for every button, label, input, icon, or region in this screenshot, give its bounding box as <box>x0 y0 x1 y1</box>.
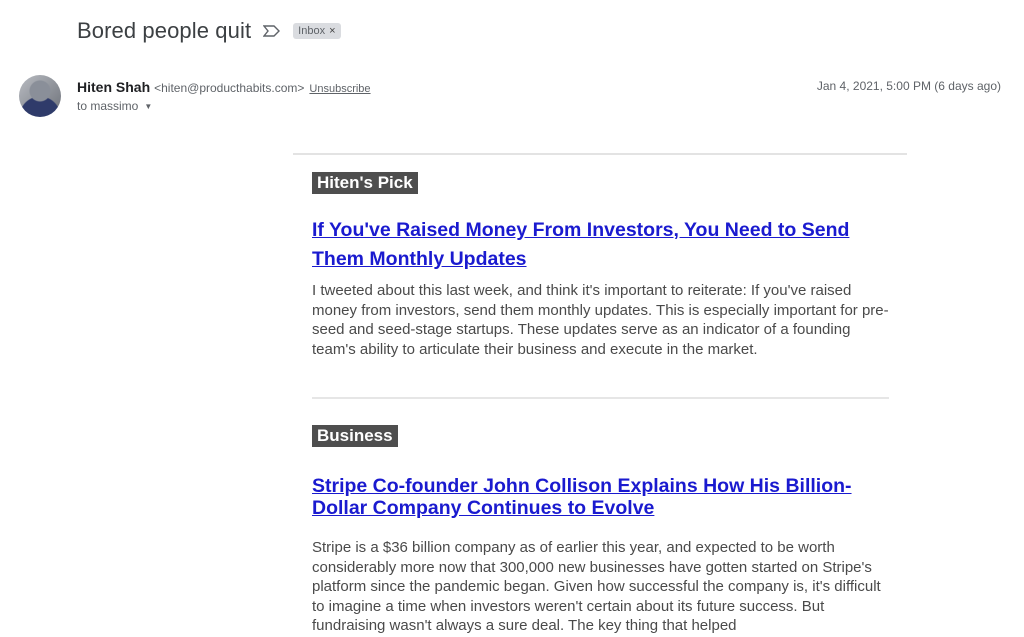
email-subject: Bored people quit <box>77 18 252 43</box>
label-important-outline-icon[interactable] <box>262 24 281 38</box>
label-chip-text: Inbox <box>298 25 326 37</box>
body-divider <box>293 153 907 155</box>
sender-avatar[interactable] <box>19 75 61 117</box>
unsubscribe-link[interactable]: Unsubscribe <box>309 83 370 95</box>
recipient-text: to massimo <box>77 99 139 113</box>
sender-email: <hiten@producthabits.com> <box>154 81 305 95</box>
article-link[interactable]: If You've Raised Money From Investors, Y… <box>312 216 857 274</box>
article-summary: I tweeted about this last week, and thin… <box>312 282 889 358</box>
sender-name[interactable]: Hiten Shah <box>77 79 150 95</box>
caret-down-icon[interactable]: ▼ <box>144 102 152 111</box>
sender-line: Hiten Shah <hiten@producthabits.com> Uns… <box>77 79 371 95</box>
remove-label-icon[interactable]: × <box>329 25 335 37</box>
section-tag: Business <box>312 425 398 447</box>
section-divider <box>312 397 889 399</box>
section-tag: Hiten's Pick <box>312 172 418 194</box>
email-date: Jan 4, 2021, 5:00 PM (6 days ago) <box>816 79 1001 93</box>
recipient-line: to massimo ▼ <box>77 99 152 113</box>
subject-row: Bored people quit Inbox × <box>77 18 341 44</box>
inbox-label-chip: Inbox × <box>293 23 341 39</box>
article-link[interactable]: Stripe Co-founder John Collison Explains… <box>312 475 872 519</box>
article-summary: Stripe is a $36 billion company as of ea… <box>312 539 881 635</box>
email-view: Bored people quit Inbox × Hiten Shah <hi… <box>0 0 1024 637</box>
